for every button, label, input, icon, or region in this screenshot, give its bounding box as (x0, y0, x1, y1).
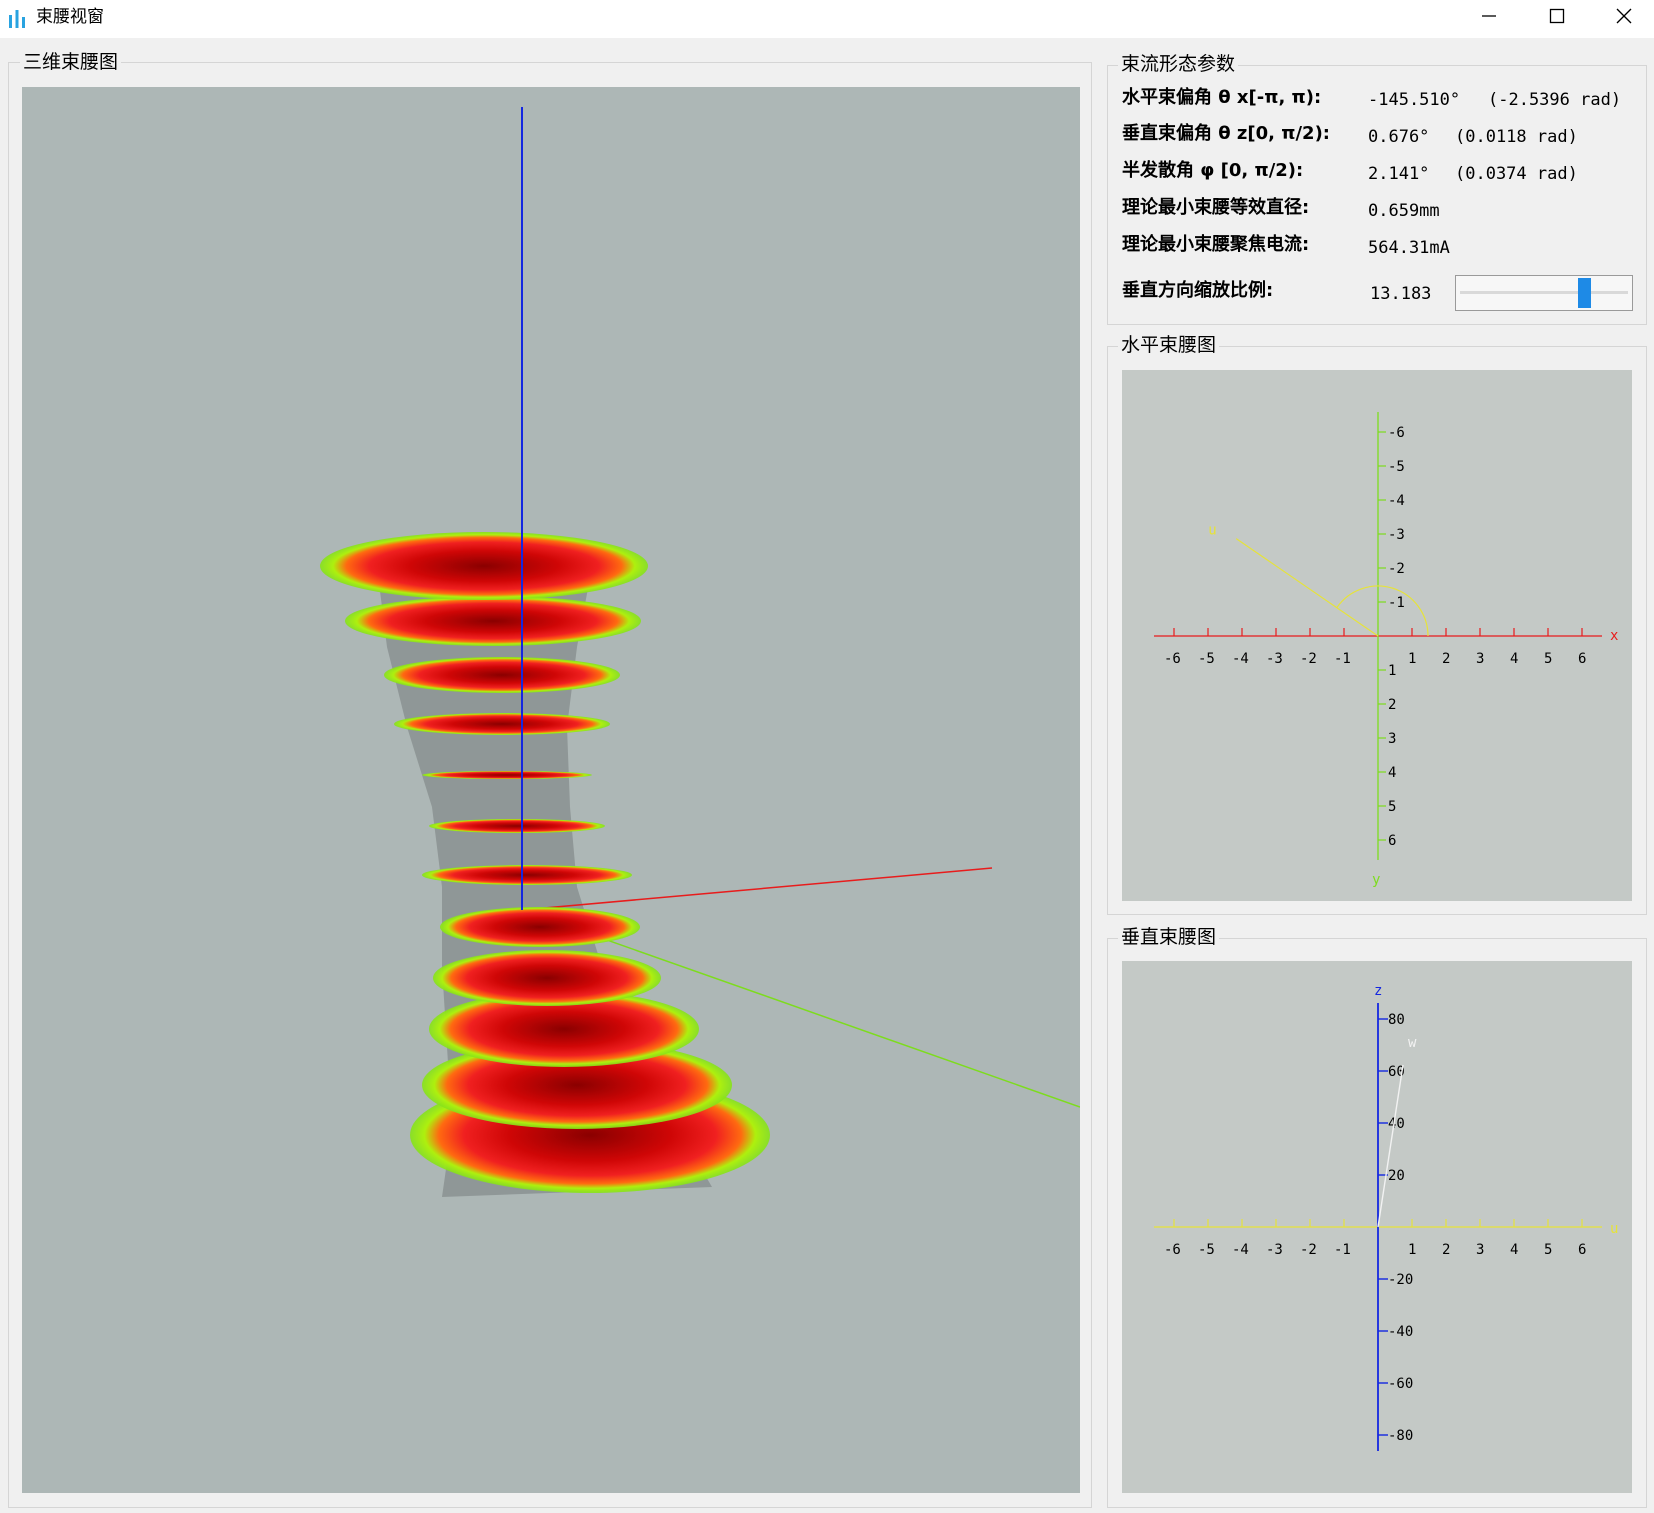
x-tick-label: 5 (1544, 651, 1552, 667)
minimize-icon (1482, 15, 1496, 17)
z-tick-label: 40 (1388, 1116, 1405, 1132)
z-tick-label: -60 (1388, 1376, 1413, 1392)
beam-slice (422, 771, 592, 779)
x-tick-label: -1 (1334, 651, 1351, 667)
x-tick-label: 1 (1408, 651, 1416, 667)
u-tick-label: -3 (1266, 1242, 1283, 1258)
u-tick-label: 3 (1476, 1242, 1484, 1258)
close-button[interactable] (1590, 0, 1654, 30)
x-tick-label: 2 (1442, 651, 1450, 667)
close-icon (1616, 8, 1632, 24)
y-tick-label: -2 (1388, 561, 1405, 577)
u-tick-label: -6 (1164, 1242, 1181, 1258)
y-tick-label: -1 (1388, 595, 1405, 611)
beam-slice (394, 713, 610, 735)
x-tick-label: 4 (1510, 651, 1518, 667)
z-tick-label: -40 (1388, 1324, 1413, 1340)
beam-waist-3d-render (320, 107, 1080, 1197)
param-value: -145.510° (1368, 90, 1461, 110)
u-tick-label: -5 (1198, 1242, 1215, 1258)
param-value: 2.141° (1368, 164, 1430, 184)
param-value: 0.676° (1368, 127, 1430, 147)
param-value: 0.659mm (1368, 201, 1440, 221)
z-tick-label: 80 (1388, 1012, 1405, 1028)
param-label: 水平束偏角 θ x[-π, π): (1122, 87, 1322, 108)
x-tick-label: -3 (1266, 651, 1283, 667)
params-group-title: 束流形态参数 (1118, 53, 1239, 75)
beam-label: u (1208, 523, 1216, 539)
x-tick-label: -6 (1164, 651, 1181, 667)
param-rad: (0.0118 rad) (1455, 127, 1578, 147)
u-tick-label: -2 (1300, 1242, 1317, 1258)
window-title: 束腰视窗 (36, 7, 104, 27)
scale-label: 垂直方向缩放比例: (1122, 280, 1274, 301)
beam-slice (433, 950, 661, 1006)
y-tick-label: 5 (1388, 799, 1396, 815)
y-tick-label: -6 (1388, 425, 1405, 441)
maximize-icon (1549, 8, 1565, 24)
y-tick-label: 2 (1388, 697, 1396, 713)
vertical-chart-viewport[interactable]: -6 -5 -4 -3 -2 -1 1 2 3 4 5 6 20 40 60 80 -20 -40 -60 -80 u z… (1122, 961, 1632, 1493)
u-tick-label: 4 (1510, 1242, 1518, 1258)
horizontal-chart-title: 水平束腰图 (1118, 334, 1220, 356)
z-tick-label: 20 (1388, 1168, 1405, 1184)
u-tick-label: 5 (1544, 1242, 1552, 1258)
u-tick-label: -4 (1232, 1242, 1249, 1258)
beam-direction-line (1235, 538, 1379, 637)
beam-direction-line (1377, 1064, 1404, 1228)
view3d-group-title: 三维束腰图 (20, 51, 122, 73)
beam-slice (384, 657, 620, 693)
y-tick-label: 6 (1388, 833, 1396, 849)
slider-groove (1460, 291, 1628, 294)
beam-slice (429, 819, 605, 833)
z-tick-label: -80 (1388, 1428, 1413, 1444)
y-tick-label: -3 (1388, 527, 1405, 543)
param-label: 垂直束偏角 θ z[0, π/2): (1122, 123, 1330, 144)
x-tick-label: -4 (1232, 651, 1249, 667)
minimize-button[interactable] (1455, 0, 1521, 30)
u-tick-label: 6 (1578, 1242, 1586, 1258)
param-label: 理论最小束腰等效直径: (1122, 197, 1310, 218)
bar-chart-icon (9, 10, 25, 28)
horizontal-waist-chart: -6 -5 -4 -3 -2 -1 1 2 3 4 5 6 -1 -2 -3 -4 -5 -6 1 2 3 4 5 6 x y u (1154, 412, 1618, 888)
param-label: 半发散角 φ [0, π/2): (1122, 160, 1304, 181)
maximize-button[interactable] (1523, 0, 1589, 30)
horizontal-chart-viewport[interactable]: -6 -5 -4 -3 -2 -1 1 2 3 4 5 6 -1 -2 -3 -4 -5 -6 1 2 3 4 5 6 x y u (1122, 370, 1632, 901)
view3d-viewport[interactable] (22, 87, 1080, 1493)
x-tick-label: 3 (1476, 651, 1484, 667)
beam-slice (440, 907, 640, 947)
x-tick-label: -5 (1198, 651, 1215, 667)
y-axis-label: y (1372, 872, 1380, 888)
param-rad: (-2.5396 rad) (1488, 90, 1622, 110)
param-rad: (0.0374 rad) (1455, 164, 1578, 184)
beam-slice (320, 532, 648, 600)
slider-handle[interactable] (1577, 278, 1591, 308)
x-axis-label: x (1610, 628, 1618, 644)
beam-slice (422, 865, 632, 885)
scale-slider[interactable] (1455, 275, 1633, 311)
param-value: 564.31mA (1368, 238, 1450, 258)
vertical-waist-chart: -6 -5 -4 -3 -2 -1 1 2 3 4 5 620406080-20-40-60-80uz… (1154, 983, 1618, 1451)
y-tick-label: -4 (1388, 493, 1405, 509)
beam-label: w (1408, 1035, 1417, 1051)
y-tick-label: -5 (1388, 459, 1405, 475)
z-tick-label: -20 (1388, 1272, 1413, 1288)
vertical-chart-title: 垂直束腰图 (1118, 926, 1220, 948)
param-label: 理论最小束腰聚焦电流: (1122, 234, 1310, 255)
u-tick-label: -1 (1334, 1242, 1351, 1258)
y-tick-label: 3 (1388, 731, 1396, 747)
u-axis-label: u (1610, 1221, 1618, 1237)
scale-value: 13.183 (1370, 284, 1432, 304)
u-tick-label: 1 (1408, 1242, 1416, 1258)
x-tick-label: 6 (1578, 651, 1586, 667)
u-tick-label: 2 (1442, 1242, 1450, 1258)
beam-angle-arc (1336, 585, 1429, 637)
y-tick-label: 1 (1388, 663, 1396, 679)
x-tick-label: -2 (1300, 651, 1317, 667)
z-axis-label: z (1374, 983, 1382, 999)
y-tick-label: 4 (1388, 765, 1396, 781)
title-bar: 束腰视窗 (0, 0, 1654, 38)
beam-slice (345, 596, 641, 646)
